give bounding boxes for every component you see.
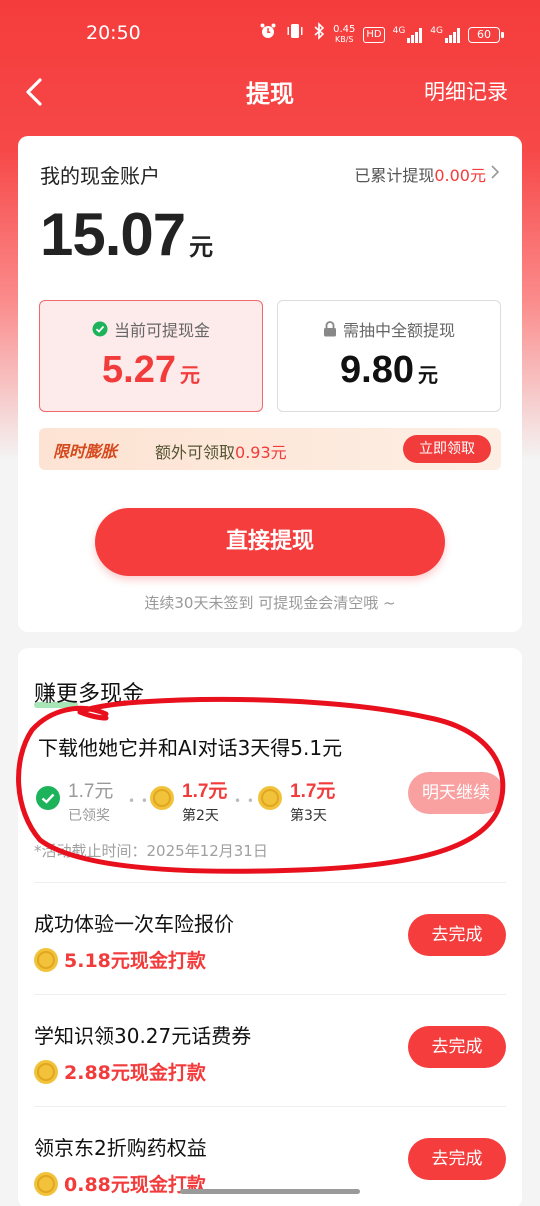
account-title: 我的现金账户 bbox=[40, 164, 160, 188]
step-3-amount: 1.7元 bbox=[290, 781, 336, 802]
network-speed-unit: KB/S bbox=[334, 34, 354, 44]
step-3-label: 第3天 bbox=[290, 808, 327, 824]
task-row: 学知识领30.27元话费券 2.88元现金打款 去完成 bbox=[18, 996, 522, 1108]
home-indicator[interactable] bbox=[180, 1189, 360, 1194]
wechat-icon bbox=[36, 786, 60, 810]
network-type-2: 4G bbox=[430, 25, 443, 36]
step-3: 1.7元 第3天 bbox=[258, 776, 335, 825]
featured-task-steps: 1.7元 已领奖 • • • 1.7元 第2天 • • • 1.7元 第3天 bbox=[36, 776, 416, 824]
task-row: 成功体验一次车险报价 5.18元现金打款 去完成 bbox=[18, 884, 522, 996]
hd-icon: HD bbox=[363, 26, 385, 43]
limited-bonus-banner: 限时膨胀 额外可领取0.93元 立即领取 bbox=[39, 428, 501, 470]
task-title: 领京东2折购药权益 bbox=[34, 1136, 207, 1160]
network-speed: 0.45 KB/S bbox=[333, 23, 356, 45]
nav-bar: 提现 明细记录 bbox=[0, 66, 540, 114]
promo-text-row: 额外可领取0.93元 bbox=[155, 439, 287, 463]
sign-in-notice: 连续30天未签到 可提现金会清空哦 ~ bbox=[144, 594, 396, 612]
step-2: 1.7元 第2天 bbox=[150, 776, 227, 825]
lock-icon bbox=[323, 321, 336, 337]
locked-cash-value: 9.80 bbox=[340, 349, 414, 391]
locked-cash-label-row: 需抽中全额提现 bbox=[278, 317, 500, 341]
check-circle-icon bbox=[92, 321, 108, 337]
available-cash-unit: 元 bbox=[179, 365, 200, 387]
status-time: 20:50 bbox=[86, 22, 141, 44]
go-complete-button[interactable]: 去完成 bbox=[408, 1026, 506, 1068]
claim-now-button[interactable]: 立即领取 bbox=[403, 435, 491, 463]
total-balance: 15.07 元 bbox=[40, 200, 213, 269]
available-cash-value: 5.27 bbox=[102, 349, 176, 391]
available-cash-label: 当前可提现金 bbox=[113, 321, 210, 340]
promo-amount: 0.93元 bbox=[235, 443, 287, 462]
available-cash-value-row: 5.27 元 bbox=[40, 349, 262, 392]
divider bbox=[34, 882, 506, 883]
bluetooth-icon bbox=[313, 22, 325, 47]
divider bbox=[34, 1106, 506, 1107]
status-bar: 20:50 0.45 KB/S HD 4G 4G 60 bbox=[0, 0, 540, 66]
continue-tomorrow-button[interactable]: 明天继续 bbox=[408, 772, 504, 814]
balance-value: 15.07 bbox=[40, 201, 186, 268]
featured-task-title: 下载他她它并和AI对话3天得5.1元 bbox=[38, 736, 343, 760]
locked-cash-label: 需抽中全额提现 bbox=[342, 321, 455, 340]
step-1-amount: 1.7元 bbox=[68, 781, 114, 802]
alarm-icon bbox=[259, 22, 277, 47]
signal-icon-2: 4G bbox=[430, 25, 460, 43]
status-icons: 0.45 KB/S HD 4G 4G 60 bbox=[259, 22, 504, 47]
coin-icon bbox=[150, 786, 174, 810]
coin-icon bbox=[34, 1059, 58, 1084]
available-cash-box[interactable]: 当前可提现金 5.27 元 bbox=[39, 300, 263, 412]
task-title: 成功体验一次车险报价 bbox=[34, 912, 234, 936]
records-link[interactable]: 明细记录 bbox=[424, 76, 508, 106]
locked-cash-unit: 元 bbox=[417, 365, 438, 387]
battery-icon: 60 bbox=[468, 26, 504, 43]
withdrawn-total-link[interactable]: 已累计提现 0.00元 bbox=[354, 162, 500, 186]
activity-deadline: *活动截止时间：2025年12月31日 bbox=[34, 842, 268, 860]
step-1: 1.7元 已领奖 bbox=[36, 776, 113, 825]
task-reward-text: 5.18元现金打款 bbox=[64, 950, 206, 972]
network-speed-value: 0.45 bbox=[333, 23, 356, 35]
promo-tag: 限时膨胀 bbox=[53, 442, 118, 461]
withdrawn-amount: 0.00元 bbox=[434, 166, 486, 185]
task-title: 学知识领30.27元话费券 bbox=[34, 1024, 252, 1048]
step-2-label: 第2天 bbox=[182, 808, 219, 824]
signal-icon-1: 4G bbox=[392, 25, 423, 43]
step-1-label: 已领奖 bbox=[68, 808, 110, 824]
balance-unit: 元 bbox=[189, 233, 214, 261]
earn-more-card: 赚更多现金 下载他她它并和AI对话3天得5.1元 1.7元 已领奖 • • • … bbox=[18, 648, 522, 1206]
earn-more-title: 赚更多现金 bbox=[34, 682, 145, 707]
coin-icon bbox=[34, 1171, 58, 1196]
task-reward: 5.18元现金打款 bbox=[34, 946, 206, 973]
step-2-amount: 1.7元 bbox=[182, 781, 228, 802]
vibrate-icon bbox=[285, 22, 305, 47]
task-reward-text: 2.88元现金打款 bbox=[64, 1062, 206, 1084]
withdrawn-label: 已累计提现 bbox=[354, 166, 435, 185]
coin-icon bbox=[258, 786, 282, 810]
coin-icon bbox=[34, 947, 58, 972]
locked-cash-value-row: 9.80 元 bbox=[278, 349, 500, 392]
promo-text: 额外可领取 bbox=[155, 443, 236, 462]
network-type-1: 4G bbox=[392, 25, 406, 36]
divider bbox=[34, 994, 506, 995]
chevron-right-icon bbox=[490, 164, 500, 184]
go-complete-button[interactable]: 去完成 bbox=[408, 914, 506, 956]
available-cash-label-row: 当前可提现金 bbox=[40, 317, 262, 341]
task-reward: 2.88元现金打款 bbox=[34, 1058, 206, 1085]
cash-account-card: 我的现金账户 已累计提现 0.00元 15.07 元 当前可提现金 5.27 元 … bbox=[18, 136, 522, 632]
locked-cash-box[interactable]: 需抽中全额提现 9.80 元 bbox=[277, 300, 501, 412]
go-complete-button[interactable]: 去完成 bbox=[408, 1138, 506, 1180]
withdraw-button[interactable]: 直接提现 bbox=[95, 508, 445, 576]
